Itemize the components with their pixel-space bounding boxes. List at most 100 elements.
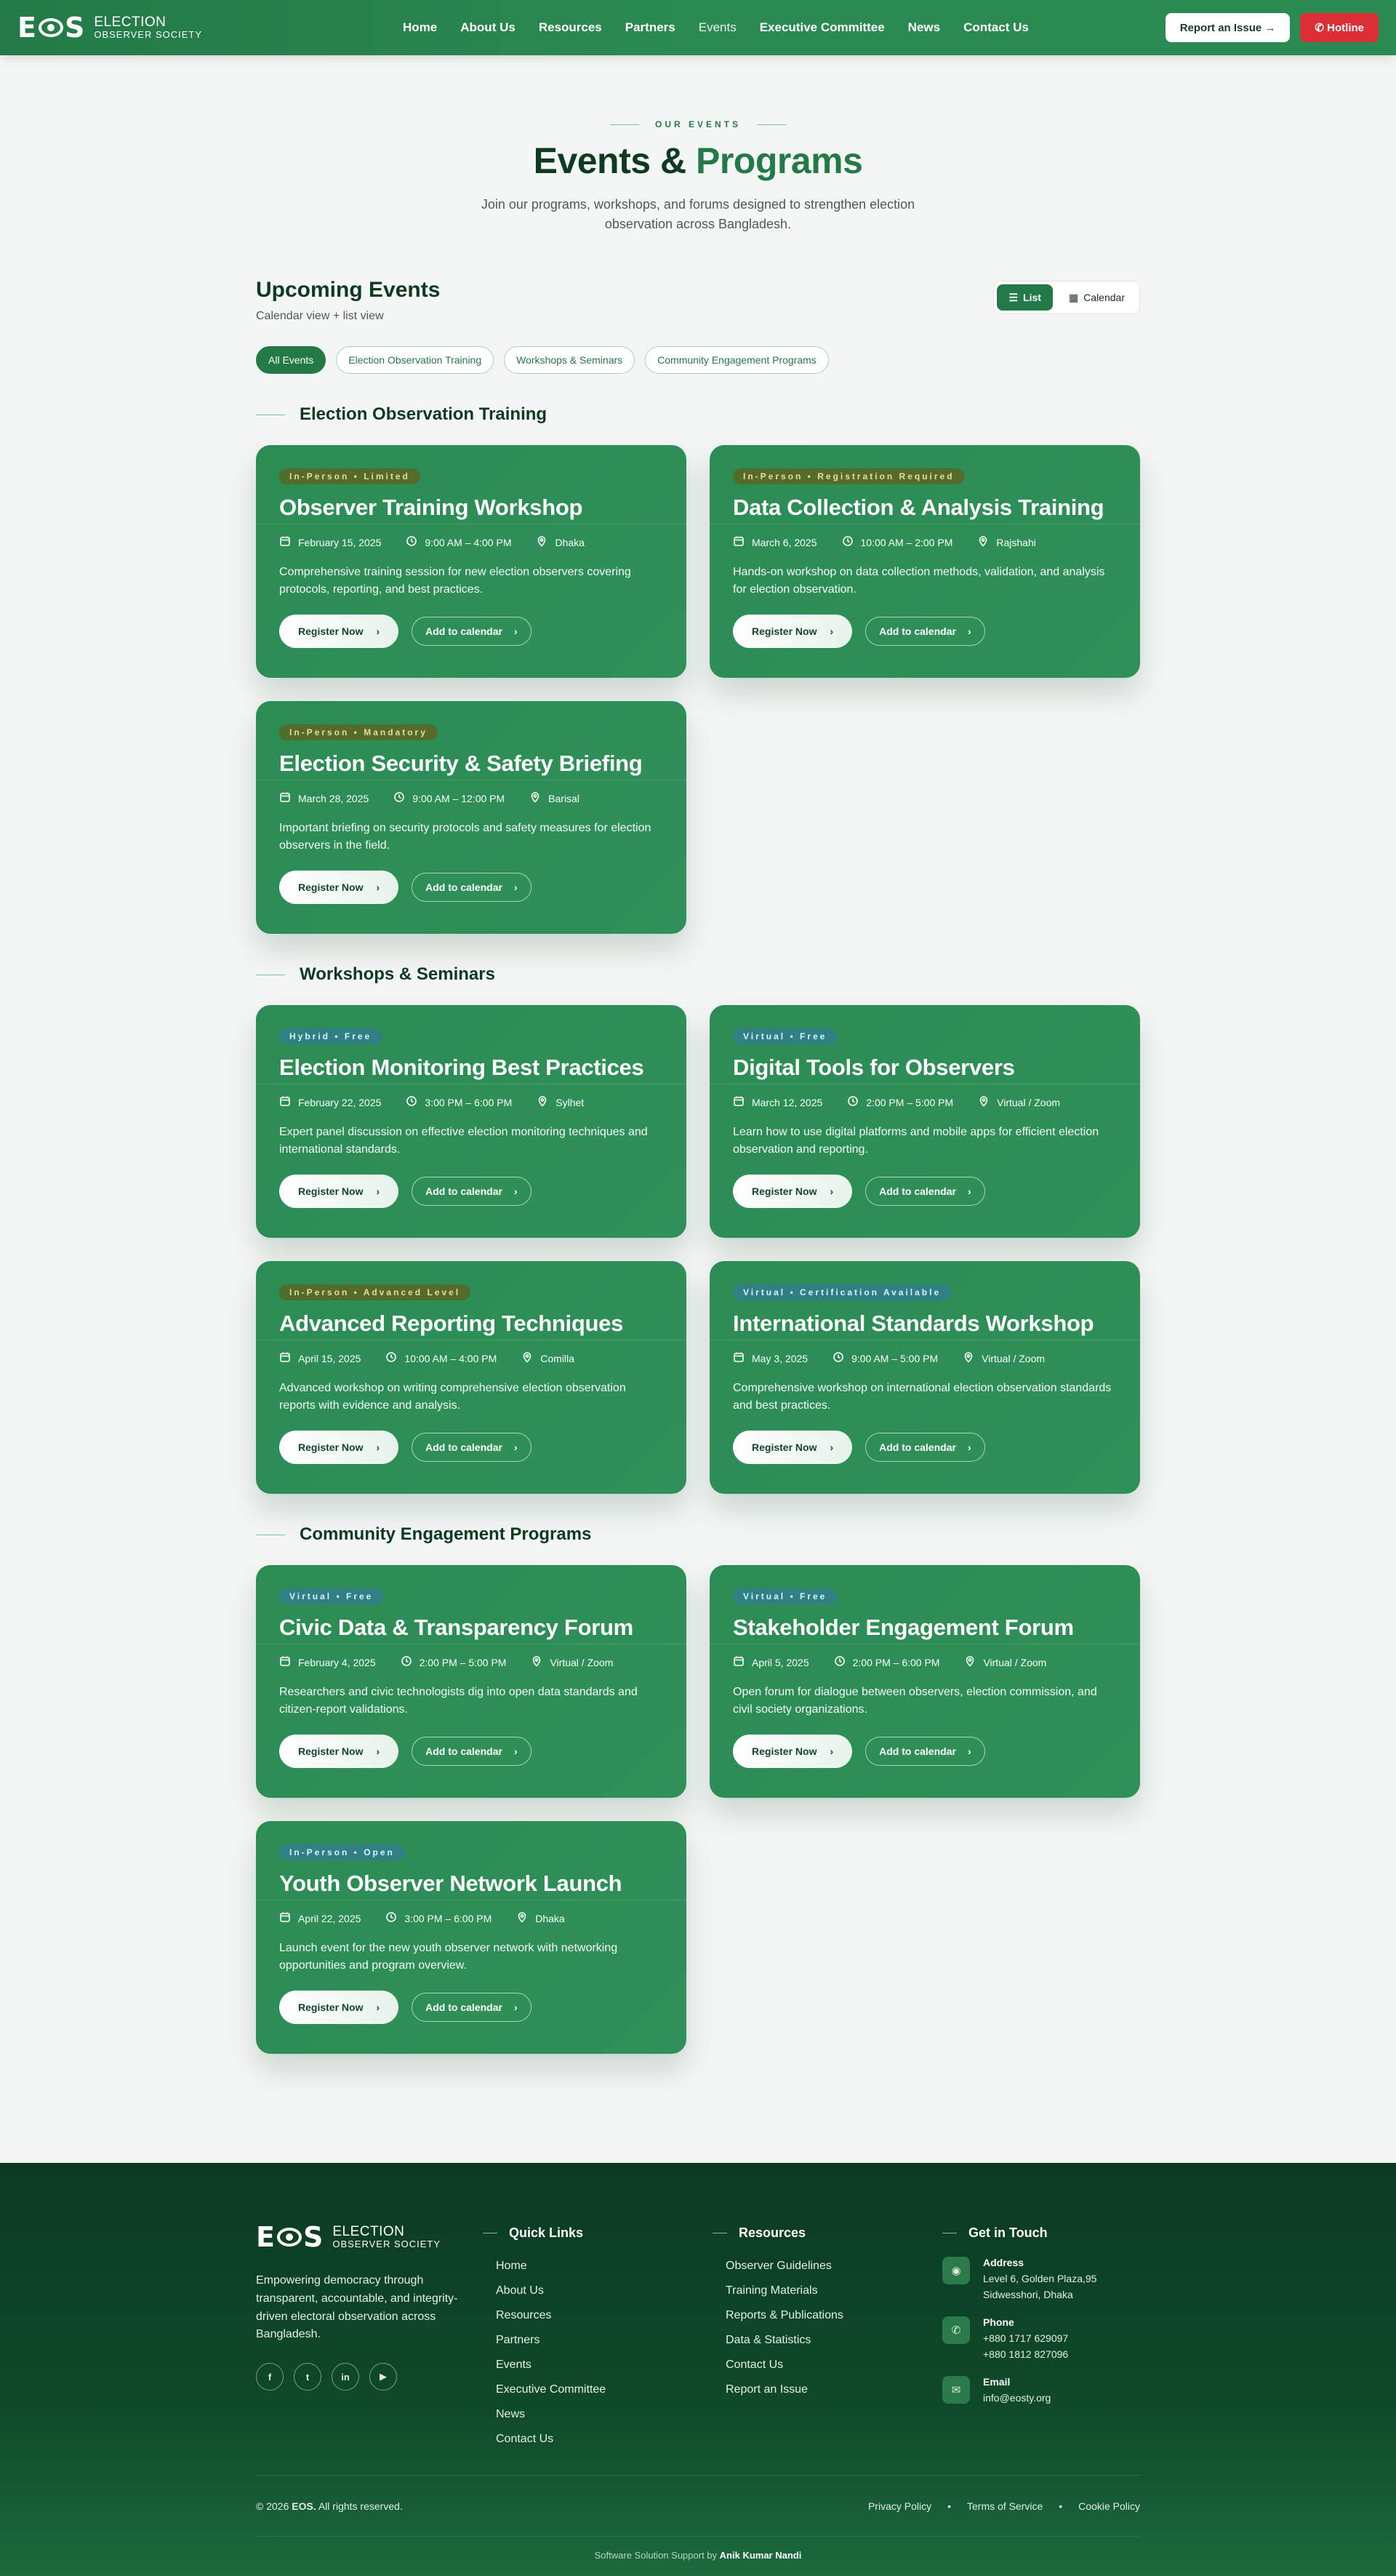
legal-link-cookie-policy[interactable]: Cookie Policy (1078, 2500, 1140, 2512)
event-card: In-Person • Advanced Level Advanced Repor… (256, 1261, 686, 1494)
register-now-button[interactable]: Register Now › (279, 615, 399, 648)
event-time: 2:00 PM – 5:00 PM (419, 1656, 507, 1668)
event-date: May 3, 2025 (752, 1352, 809, 1364)
chevron-right-icon: › (376, 625, 380, 637)
calendar-icon (279, 1351, 291, 1365)
event-filters: All Events Election Observation Training W… (256, 346, 1140, 374)
footer-link-home[interactable]: Home (496, 2260, 713, 2273)
resource-link-report-an-issue[interactable]: Report an Issue (726, 2383, 942, 2396)
register-now-button[interactable]: Register Now › (733, 1735, 853, 1768)
facebook-icon[interactable]: f (256, 2363, 284, 2391)
register-now-button[interactable]: Register Now › (279, 871, 399, 904)
calendar-view-button[interactable]: ▦ Calendar (1057, 284, 1136, 311)
youtube-icon[interactable]: ▶ (369, 2363, 397, 2391)
calendar-icon (733, 1655, 745, 1669)
section-heading: Workshops & Seminars (300, 964, 495, 984)
footer-about: Empowering democracy through transparent… (256, 2274, 458, 2341)
nav-link-resources[interactable]: Resources (539, 20, 602, 35)
nav-link-about-us[interactable]: About Us (460, 20, 516, 35)
event-card: Virtual • Free Digital Tools for Observer… (710, 1005, 1140, 1238)
chevron-right-icon: › (830, 1745, 834, 1757)
add-to-calendar-button[interactable]: Add to calendar › (412, 617, 531, 646)
event-meta: February 15, 2025 9:00 AM – 4:00 PM Dhaka (279, 535, 663, 549)
event-title: Advanced Reporting Techniques (279, 1311, 624, 1336)
event-location: Dhaka (535, 1912, 565, 1924)
social-links: f t in ▶ (256, 2363, 483, 2391)
copyright: © 2026 EOS. All rights reserved. (256, 2500, 403, 2512)
nav-link-contact-us[interactable]: Contact Us (963, 20, 1029, 35)
add-to-calendar-button[interactable]: Add to calendar › (412, 1177, 531, 1206)
list-view-button[interactable]: ☰ List (997, 284, 1053, 311)
filter-workshops-seminars[interactable]: Workshops & Seminars (504, 346, 635, 374)
chevron-right-icon: › (376, 1441, 380, 1453)
event-time: 9:00 AM – 12:00 PM (412, 792, 505, 804)
hotline-button[interactable]: ✆ Hotline (1300, 13, 1379, 42)
twitter-icon[interactable]: t (294, 2363, 321, 2391)
register-now-button[interactable]: Register Now › (733, 1431, 853, 1464)
legal-link-terms-of-service[interactable]: Terms of Service (967, 2500, 1043, 2512)
footer: ES ELECTION OBSERVER SOCIETY Empowering … (0, 2163, 1396, 2576)
nav-link-partners[interactable]: Partners (625, 20, 675, 35)
add-to-calendar-button[interactable]: Add to calendar › (865, 1177, 985, 1206)
dot-separator: • (947, 2500, 952, 2512)
event-description: Launch event for the new youth observer … (279, 1942, 618, 1972)
eye-icon (276, 2228, 302, 2247)
event-card: Virtual • Free Civic Data & Transparency … (256, 1565, 686, 1798)
event-title: Stakeholder Engagement Forum (733, 1615, 1074, 1640)
event-description: Comprehensive training session for new e… (279, 566, 631, 596)
nav-link-executive-committee[interactable]: Executive Committee (760, 20, 885, 35)
event-card: In-Person • Limited Observer Training Wor… (256, 445, 686, 678)
add-to-calendar-button[interactable]: Add to calendar › (865, 1433, 985, 1462)
nav-link-events[interactable]: Events (699, 20, 737, 35)
resource-link-data-statistics[interactable]: Data & Statistics (726, 2334, 942, 2347)
event-location: Virtual / Zoom (550, 1656, 614, 1668)
add-to-calendar-button[interactable]: Add to calendar › (865, 617, 985, 646)
event-time: 10:00 AM – 2:00 PM (860, 536, 953, 548)
footer-link-executive-committee[interactable]: Executive Committee (496, 2383, 713, 2396)
nav-link-news[interactable]: News (908, 20, 940, 35)
legal-link-privacy-policy[interactable]: Privacy Policy (868, 2500, 931, 2512)
event-badge: In-Person • Mandatory (279, 724, 438, 740)
map-pin-icon (521, 1351, 533, 1365)
section-election-observation-training: Election Observation Training (256, 404, 1140, 425)
filter-community-engagement-programs[interactable]: Community Engagement Programs (645, 346, 829, 374)
filter-all-events[interactable]: All Events (256, 346, 326, 374)
clock-icon (842, 535, 854, 549)
resource-link-contact-us[interactable]: Contact Us (726, 2359, 942, 2372)
register-now-button[interactable]: Register Now › (279, 1175, 399, 1208)
arrow-right-icon: → (1264, 21, 1276, 34)
footer-logo[interactable]: ES ELECTION OBSERVER SOCIETY (256, 2221, 483, 2253)
event-time: 2:00 PM – 6:00 PM (852, 1656, 940, 1668)
resource-link-reports-publications[interactable]: Reports & Publications (726, 2309, 942, 2322)
event-time: 3:00 PM – 6:00 PM (404, 1912, 492, 1924)
register-now-button[interactable]: Register Now › (733, 615, 853, 648)
register-now-button[interactable]: Register Now › (733, 1175, 853, 1208)
footer-link-partners[interactable]: Partners (496, 2334, 713, 2347)
add-to-calendar-button[interactable]: Add to calendar › (412, 873, 531, 902)
linkedin-icon[interactable]: in (332, 2363, 359, 2391)
add-to-calendar-button[interactable]: Add to calendar › (865, 1737, 985, 1766)
add-to-calendar-button[interactable]: Add to calendar › (412, 1737, 531, 1766)
footer-link-events[interactable]: Events (496, 2359, 713, 2372)
footer-link-news[interactable]: News (496, 2408, 713, 2421)
register-now-button[interactable]: Register Now › (279, 1991, 399, 2024)
footer-link-contact-us[interactable]: Contact Us (496, 2433, 713, 2446)
eos-logo[interactable]: ES ELECTION OBSERVER SOCIETY (17, 12, 202, 44)
filter-election-observation-training[interactable]: Election Observation Training (336, 346, 494, 374)
add-to-calendar-button[interactable]: Add to calendar › (412, 1993, 531, 2022)
resource-link-observer-guidelines[interactable]: Observer Guidelines (726, 2260, 942, 2273)
report-issue-button[interactable]: Report an Issue → (1165, 13, 1291, 42)
register-now-button[interactable]: Register Now › (279, 1735, 399, 1768)
resource-link-training-materials[interactable]: Training Materials (726, 2284, 942, 2297)
add-to-calendar-button[interactable]: Add to calendar › (412, 1433, 531, 1462)
event-date: March 6, 2025 (752, 536, 817, 548)
clock-icon (406, 1095, 417, 1109)
nav-link-home[interactable]: Home (403, 20, 437, 35)
event-meta: March 6, 2025 10:00 AM – 2:00 PM Rajshahi (733, 535, 1117, 549)
event-title: Election Security & Safety Briefing (279, 751, 643, 776)
chevron-right-icon: › (376, 1745, 380, 1757)
event-location: Virtual / Zoom (997, 1096, 1061, 1108)
footer-link-resources[interactable]: Resources (496, 2309, 713, 2322)
register-now-button[interactable]: Register Now › (279, 1431, 399, 1464)
footer-link-about-us[interactable]: About Us (496, 2284, 713, 2297)
